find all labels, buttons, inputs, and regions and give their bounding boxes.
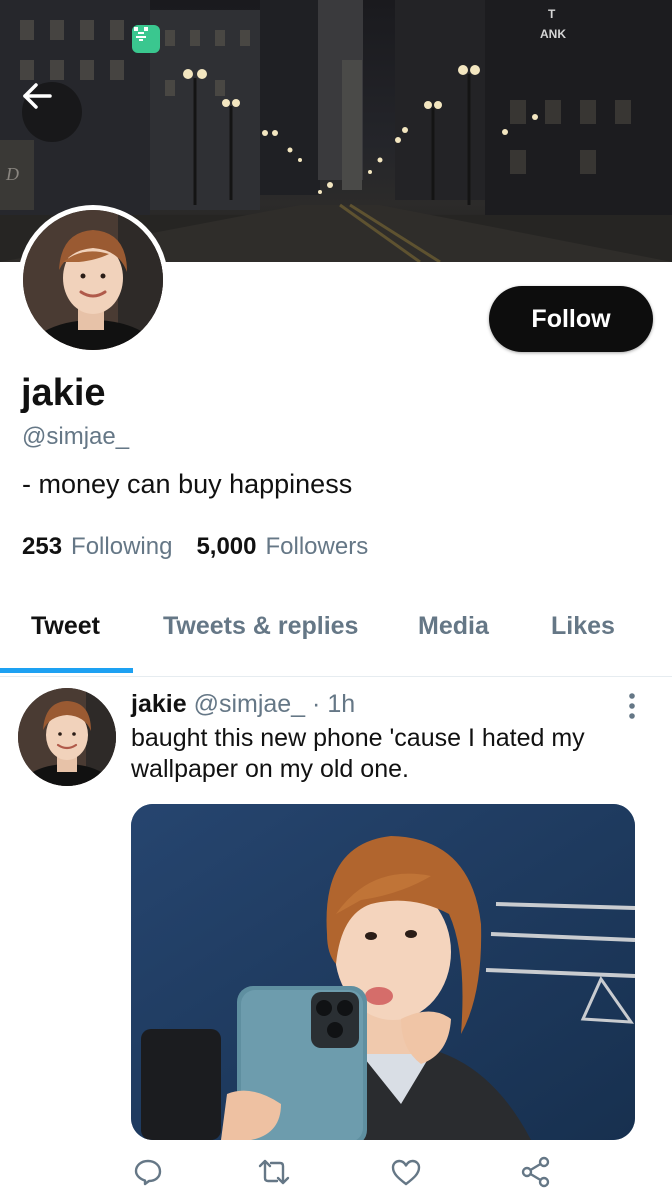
retweet-button[interactable]	[256, 1154, 292, 1190]
like-button[interactable]	[388, 1154, 424, 1190]
following-label: Following	[71, 533, 173, 560]
retweet-icon	[258, 1159, 290, 1185]
back-arrow-icon	[23, 83, 52, 109]
tweet-media-image[interactable]	[131, 804, 635, 1140]
reply-button[interactable]	[130, 1154, 166, 1190]
profile-bio: - money can buy happiness	[22, 469, 353, 499]
active-tab-indicator	[0, 668, 133, 673]
back-button[interactable]	[22, 82, 82, 142]
tab-media[interactable]: Media	[418, 612, 489, 641]
tweet-header: jakie @simjae_ · 1h	[131, 690, 355, 719]
app-badge-icon	[132, 25, 160, 53]
tweet-author-name[interactable]: jakie	[131, 690, 187, 718]
followers-label: Followers	[265, 533, 369, 560]
following-count: 253	[22, 533, 63, 560]
tweet-timestamp[interactable]: 1h	[327, 690, 355, 718]
profile-tabs: Tweet Tweets & replies Media Likes	[0, 596, 672, 674]
tab-likes[interactable]: Likes	[551, 612, 615, 641]
tweet-photo	[131, 804, 635, 1140]
avatar-photo	[23, 210, 163, 350]
tab-tweet[interactable]: Tweet	[31, 612, 100, 641]
tabs-divider	[0, 676, 672, 677]
share-icon	[521, 1156, 550, 1188]
tweet-separator: ·	[312, 690, 321, 718]
share-button[interactable]	[518, 1154, 554, 1190]
svg-text:D: D	[5, 164, 19, 184]
profile-avatar[interactable]	[18, 205, 168, 355]
followers-stat[interactable]: 5,000 Followers	[196, 533, 368, 561]
tab-tweets-replies[interactable]: Tweets & replies	[163, 612, 358, 641]
tweet-avatar-photo	[18, 688, 116, 786]
follow-button[interactable]: Follow	[489, 286, 653, 352]
tweet-action-bar	[0, 1150, 672, 1194]
followers-count: 5,000	[196, 533, 257, 560]
tweet-author-handle[interactable]: @simjae_	[194, 690, 306, 718]
tweet-avatar[interactable]	[18, 688, 116, 786]
profile-display-name: jakie	[21, 372, 106, 414]
profile-stats: 253 Following 5,000 Followers	[22, 533, 368, 561]
svg-text:ANK: ANK	[540, 27, 566, 41]
more-vertical-icon	[629, 693, 635, 719]
profile-handle: @simjae_	[22, 423, 130, 450]
tweet-text: baught this new phone 'cause I hated my …	[131, 724, 585, 783]
reply-icon	[134, 1159, 162, 1186]
following-stat[interactable]: 253 Following	[22, 533, 172, 561]
heart-icon	[391, 1159, 421, 1186]
tweet-more-button[interactable]	[620, 692, 644, 720]
banner-sign-text: T	[548, 7, 556, 21]
